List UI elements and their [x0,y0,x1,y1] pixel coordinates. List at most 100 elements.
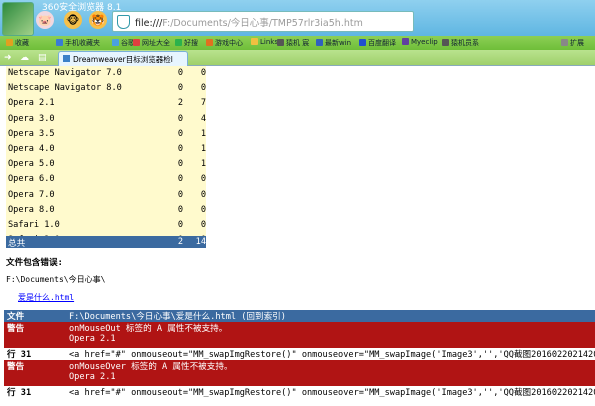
window-title: 360安全浏览器 8.1 [42,3,122,13]
warning-count: 1 [200,128,206,139]
bookmark-item[interactable]: 百度翻译 [359,38,396,48]
errors-heading: 文件包含错误: [6,258,63,268]
bookmark-icon [402,38,409,45]
error-count: 0 [177,83,183,94]
error-count: 0 [177,219,183,230]
url-text[interactable]: file:///F:/Documents/今日心事/TMP57rlr3ia5h.… [135,15,363,29]
page-icon [63,55,70,62]
page-icon[interactable]: ▤ [38,53,48,63]
bookmark-icon [112,39,119,46]
bookmark-item[interactable]: 最新win [316,38,351,48]
bookmark-item[interactable]: 扩展 [561,38,584,48]
row-value: onMouseOut 标签的 A 属性不被支持。 Opera 2.1 [66,322,595,348]
file-row: 文件 F:\Documents\今日心事\爱是什么.html (回到索引) [4,310,595,322]
bookmark-icon [277,39,284,46]
browser-row: Opera 8.0 0 0 [6,202,206,218]
error-count: 2 [177,98,183,109]
bookmark-label: 网址大全 [142,39,170,47]
bookmark-item[interactable]: 猿机 宸 [277,38,309,48]
error-count: 0 [177,189,183,200]
browser-row: Opera 2.1 2 7 [6,96,206,112]
bookmark-item[interactable]: 游戏中心 [206,38,243,48]
browser-row: Safari 1.0 0 0 [6,217,206,234]
bookmark-label: 手机收藏夹 [65,39,100,47]
row-value: <a href="#" onmouseout="MM_swapImgRestor… [69,350,595,360]
browser-row: Opera 6.0 0 0 [6,172,206,188]
browser-title-bar: 360安全浏览器 8.1 🐷 🐵 🐯 file:///F:/Documents/… [0,0,595,36]
line-row: 行 31 <a href="#" onmouseout="MM_swapImgRe… [4,348,595,360]
monkey-avatar-icon[interactable]: 🐵 [64,11,82,29]
row-value: onMouseOver 标签的 A 属性不被支持。 Opera 2.1 [66,360,595,386]
browser-name: Opera 4.0 [8,143,55,154]
error-file-link[interactable]: 爱是什么.html [18,292,74,303]
row-value: <a href="#" onmouseout="MM_swapImgRestor… [69,388,595,398]
total-row: 总共 2 14 [6,236,206,249]
bookmark-item[interactable]: 谷歌 [112,38,135,48]
address-bar[interactable]: file:///F:/Documents/今日心事/TMP57rlr3ia5h.… [112,11,414,32]
warning-count: 0 [200,68,206,78]
browser-name: Netscape Navigator 8.0 [8,83,122,94]
cloud-icon[interactable]: ☁ [20,53,30,63]
tab-dreamweaver-report[interactable]: Dreamweaver目标浏览器检l [58,51,188,66]
warning-count: 1 [200,143,206,154]
bookmark-label: 最新win [325,39,352,47]
browser-row: Opera 7.0 0 0 [6,187,206,203]
warning-count: 7 [200,98,206,109]
error-count: 0 [177,174,183,185]
bookmark-icon [442,39,449,46]
error-count: 0 [177,68,183,78]
browser-name: Netscape Navigator 7.0 [8,68,122,78]
bookmark-item[interactable]: 好搜 [175,38,198,48]
warning-count: 0 [200,204,206,215]
browser-name: Opera 8.0 [8,204,55,215]
tab-bar: ➜ ☁ ▤ Dreamweaver目标浏览器检l [0,50,595,66]
browser-logo-icon [2,2,34,36]
error-count: 0 [177,204,183,215]
bookmark-icon [175,39,182,46]
browser-row: Opera 4.0 0 1 [6,141,206,158]
page-content: Netscape Navigator 7.0 0 0 Netscape Navigat… [0,66,595,406]
bookmark-item[interactable]: 猿机员系 [442,38,479,48]
row-label: 警告 [7,324,25,334]
bookmark-icon [251,38,258,45]
line-row: 行 31 <a href="#" onmouseout="MM_swapImgRe… [4,386,595,398]
bookmark-icon [561,39,568,46]
browser-row: Opera 5.0 0 1 [6,157,206,173]
browser-name: Opera 3.5 [8,128,55,139]
arrow-right-icon[interactable]: ➜ [4,53,14,63]
browser-name: Opera 3.0 [8,113,55,124]
bookmark-item[interactable]: Myeclip [402,38,438,46]
bookmark-label: 收藏 [15,39,29,47]
warning-count: 1 [200,159,206,170]
tiger-avatar-icon[interactable]: 🐯 [89,11,107,29]
error-count: 0 [177,143,183,154]
shield-icon [117,15,130,29]
bookmark-item[interactable]: 网址大全 [133,38,170,48]
row-label: 文件 [7,312,25,322]
row-label: 警告 [7,362,25,372]
browser-row: Netscape Navigator 8.0 0 0 [6,81,206,97]
browser-name: Opera 7.0 [8,189,55,200]
row-label: 行 31 [4,386,59,398]
bookmark-icon [56,39,63,46]
warning-count: 0 [200,83,206,94]
browser-name: Opera 5.0 [8,159,55,170]
bookmark-item[interactable]: Links [251,38,278,46]
bookmark-label: Myeclip [411,38,438,46]
bookmark-icon [133,39,140,46]
row-label: 行 31 [4,348,59,360]
bookmark-item[interactable]: 收藏 [6,38,29,48]
bookmark-label: 猿机 宸 [286,39,310,47]
bookmark-icon [316,39,323,46]
bookmarks-bar: 收藏 手机收藏夹 谷歌 网址大全 好搜 游戏中心 Links 猿机 宸 最新win 百度翻译 Mye… [0,36,595,50]
error-count: 0 [177,128,183,139]
bookmark-item[interactable]: 手机收藏夹 [56,38,100,48]
bookmark-label: 游戏中心 [215,39,243,47]
errors-folder-path: F:\Documents\今日心事\ [6,275,106,284]
browser-row: Opera 3.0 0 4 [6,111,206,127]
bookmark-label: 百度翻译 [368,39,396,47]
bookmark-label: Links [260,38,278,46]
error-count: 0 [177,159,183,170]
row-value: F:\Documents\今日心事\爱是什么.html (回到索引) [69,312,286,322]
pig-avatar-icon[interactable]: 🐷 [36,11,54,29]
